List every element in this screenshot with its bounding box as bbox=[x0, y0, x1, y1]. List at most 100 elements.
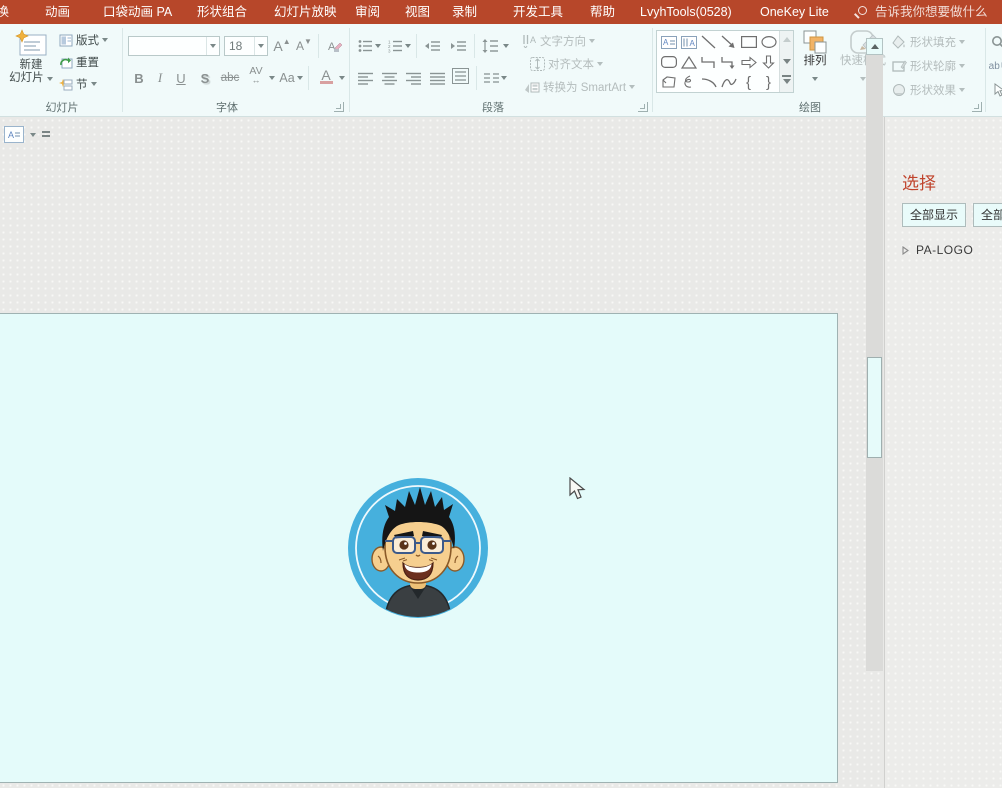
selection-pane-item[interactable]: PA-LOGO bbox=[902, 243, 973, 257]
bullets-caret[interactable] bbox=[374, 36, 382, 56]
font-color-button[interactable]: A bbox=[314, 66, 338, 86]
paragraph-dialog-launcher[interactable] bbox=[638, 102, 648, 112]
shape-down-arrow-icon[interactable] bbox=[759, 52, 778, 72]
slide-canvas[interactable] bbox=[0, 313, 838, 783]
shrink-font-button[interactable]: A ▼ bbox=[294, 36, 314, 56]
show-all-button[interactable]: 全部显示 bbox=[902, 203, 967, 227]
convert-smartart-button[interactable]: 转换为 SmartArt bbox=[524, 78, 636, 96]
tab-developer[interactable]: 开发工具 bbox=[513, 0, 563, 24]
bold-button[interactable]: B bbox=[130, 68, 148, 88]
new-slide-button[interactable]: 新建 幻灯片 bbox=[7, 29, 55, 85]
font-name-combobox[interactable] bbox=[128, 36, 220, 56]
align-left-button[interactable] bbox=[356, 68, 374, 88]
shapes-gallery-scrollbar[interactable] bbox=[779, 31, 793, 92]
font-dialog-launcher[interactable] bbox=[334, 102, 344, 112]
replace-button[interactable]: ab↳ bbox=[989, 56, 1002, 76]
shape-arc-icon[interactable] bbox=[699, 72, 718, 92]
justify-button[interactable] bbox=[428, 68, 446, 88]
shape-fill-button[interactable]: 形状填充 bbox=[892, 33, 965, 51]
align-text-button[interactable]: 对齐文本 bbox=[530, 55, 603, 73]
shape-effects-button[interactable]: 形状效果 bbox=[892, 81, 965, 99]
shape-left-brace-icon[interactable]: { bbox=[739, 72, 758, 92]
text-direction-button[interactable]: A 文字方向 bbox=[522, 32, 595, 50]
underline-button[interactable]: U bbox=[172, 68, 190, 88]
shape-right-brace-icon[interactable]: } bbox=[759, 72, 778, 92]
scrollbar-thumb[interactable] bbox=[867, 357, 882, 458]
shape-scribble-icon[interactable] bbox=[679, 72, 698, 92]
tab-pocket-animation-pa[interactable]: 口袋动画 PA bbox=[103, 0, 172, 24]
grow-font-button[interactable]: A ▲ bbox=[272, 36, 292, 56]
columns-button[interactable] bbox=[482, 68, 500, 88]
italic-button[interactable]: I bbox=[152, 68, 168, 88]
shape-elbow-connector-icon[interactable] bbox=[699, 52, 718, 72]
numbering-caret[interactable] bbox=[404, 36, 412, 56]
scrollbar-up-button[interactable] bbox=[866, 38, 883, 55]
shape-arrow-icon[interactable] bbox=[719, 32, 738, 52]
tab-transitions[interactable]: 切换 bbox=[0, 0, 9, 24]
change-case-button[interactable]: Aa bbox=[279, 68, 303, 88]
shape-vertical-textbox-icon[interactable]: A bbox=[679, 32, 698, 52]
tab-shape-combine[interactable]: 形状组合 bbox=[197, 0, 247, 24]
gallery-scroll-up-icon[interactable] bbox=[783, 37, 791, 42]
shapes-gallery[interactable]: A A {} bbox=[656, 30, 794, 93]
drawing-dialog-launcher[interactable] bbox=[972, 102, 982, 112]
shape-right-arrow-icon[interactable] bbox=[739, 52, 758, 72]
character-spacing-button[interactable]: AV ↔ bbox=[246, 66, 266, 86]
increase-indent-button[interactable] bbox=[448, 36, 468, 56]
arrange-button[interactable]: 排列 bbox=[797, 29, 833, 86]
shape-curve-icon[interactable] bbox=[719, 72, 738, 92]
gallery-scroll-down-icon[interactable] bbox=[783, 59, 791, 64]
font-size-combobox[interactable]: 18 bbox=[224, 36, 268, 56]
shape-rectangle-icon[interactable] bbox=[739, 32, 758, 52]
textbox-quick-icon[interactable]: A bbox=[4, 126, 24, 143]
shape-elbow-arrow-connector-icon[interactable] bbox=[719, 52, 738, 72]
reset-button[interactable]: 重置 bbox=[59, 53, 99, 71]
font-name-dropdown[interactable] bbox=[206, 37, 219, 55]
tab-slideshow[interactable]: 幻灯片放映 bbox=[274, 0, 337, 24]
font-size-dropdown[interactable] bbox=[254, 37, 267, 55]
tell-me-search[interactable]: 告诉我你想要做什么 bbox=[875, 0, 988, 24]
hide-all-button[interactable]: 全部隐藏 bbox=[973, 203, 1002, 227]
bullets-button[interactable] bbox=[356, 36, 374, 56]
decrease-indent-button[interactable] bbox=[422, 36, 442, 56]
tab-view[interactable]: 视图 bbox=[405, 0, 430, 24]
line-spacing-caret[interactable] bbox=[502, 36, 510, 56]
tab-record[interactable]: 录制 bbox=[452, 0, 477, 24]
tab-onekey-lite[interactable]: OneKey Lite bbox=[760, 0, 829, 24]
align-right-button[interactable] bbox=[404, 68, 422, 88]
gallery-more-icon[interactable] bbox=[783, 79, 791, 84]
numbering-button[interactable]: 123 bbox=[386, 36, 404, 56]
shape-freeform-icon[interactable] bbox=[659, 72, 678, 92]
tab-animations[interactable]: 动画 bbox=[45, 0, 70, 24]
shape-oval-icon[interactable] bbox=[759, 32, 778, 52]
shape-rounded-rectangle-icon[interactable] bbox=[659, 52, 678, 72]
align-center-button[interactable] bbox=[380, 68, 398, 88]
search-icon[interactable] bbox=[858, 6, 867, 15]
tab-lvyhtools[interactable]: LvyhTools(0528) bbox=[640, 0, 732, 24]
text-shadow-button[interactable]: S bbox=[196, 68, 214, 88]
distribute-text-button[interactable] bbox=[450, 66, 470, 86]
shape-line-icon[interactable] bbox=[699, 32, 718, 52]
tab-help[interactable]: 帮助 bbox=[590, 0, 615, 24]
bullets-icon bbox=[358, 40, 372, 52]
font-color-caret[interactable] bbox=[338, 68, 346, 88]
shape-outline-button[interactable]: 形状轮廓 bbox=[892, 57, 965, 75]
line-spacing-button[interactable] bbox=[480, 36, 500, 56]
expand-triangle-icon[interactable] bbox=[902, 245, 909, 255]
find-button[interactable] bbox=[990, 32, 1002, 52]
tab-review[interactable]: 审阅 bbox=[355, 0, 380, 24]
shape-textbox-icon[interactable]: A bbox=[659, 32, 678, 52]
clear-formatting-button[interactable]: A bbox=[324, 36, 344, 56]
shape-triangle-icon[interactable] bbox=[679, 52, 698, 72]
textbox-quick-caret[interactable] bbox=[30, 132, 36, 137]
section-label: 节 bbox=[76, 79, 88, 91]
select-button[interactable] bbox=[991, 80, 1002, 100]
vertical-scrollbar[interactable] bbox=[866, 38, 883, 671]
columns-caret[interactable] bbox=[500, 68, 508, 88]
section-button[interactable]: 节 bbox=[59, 75, 97, 93]
character-spacing-caret[interactable] bbox=[268, 68, 276, 88]
pa-logo-avatar[interactable] bbox=[347, 477, 489, 619]
strikethrough-button[interactable]: abc bbox=[218, 68, 242, 88]
collapse-chevron-icon[interactable] bbox=[42, 130, 51, 139]
layout-button[interactable]: 版式 bbox=[59, 31, 108, 49]
